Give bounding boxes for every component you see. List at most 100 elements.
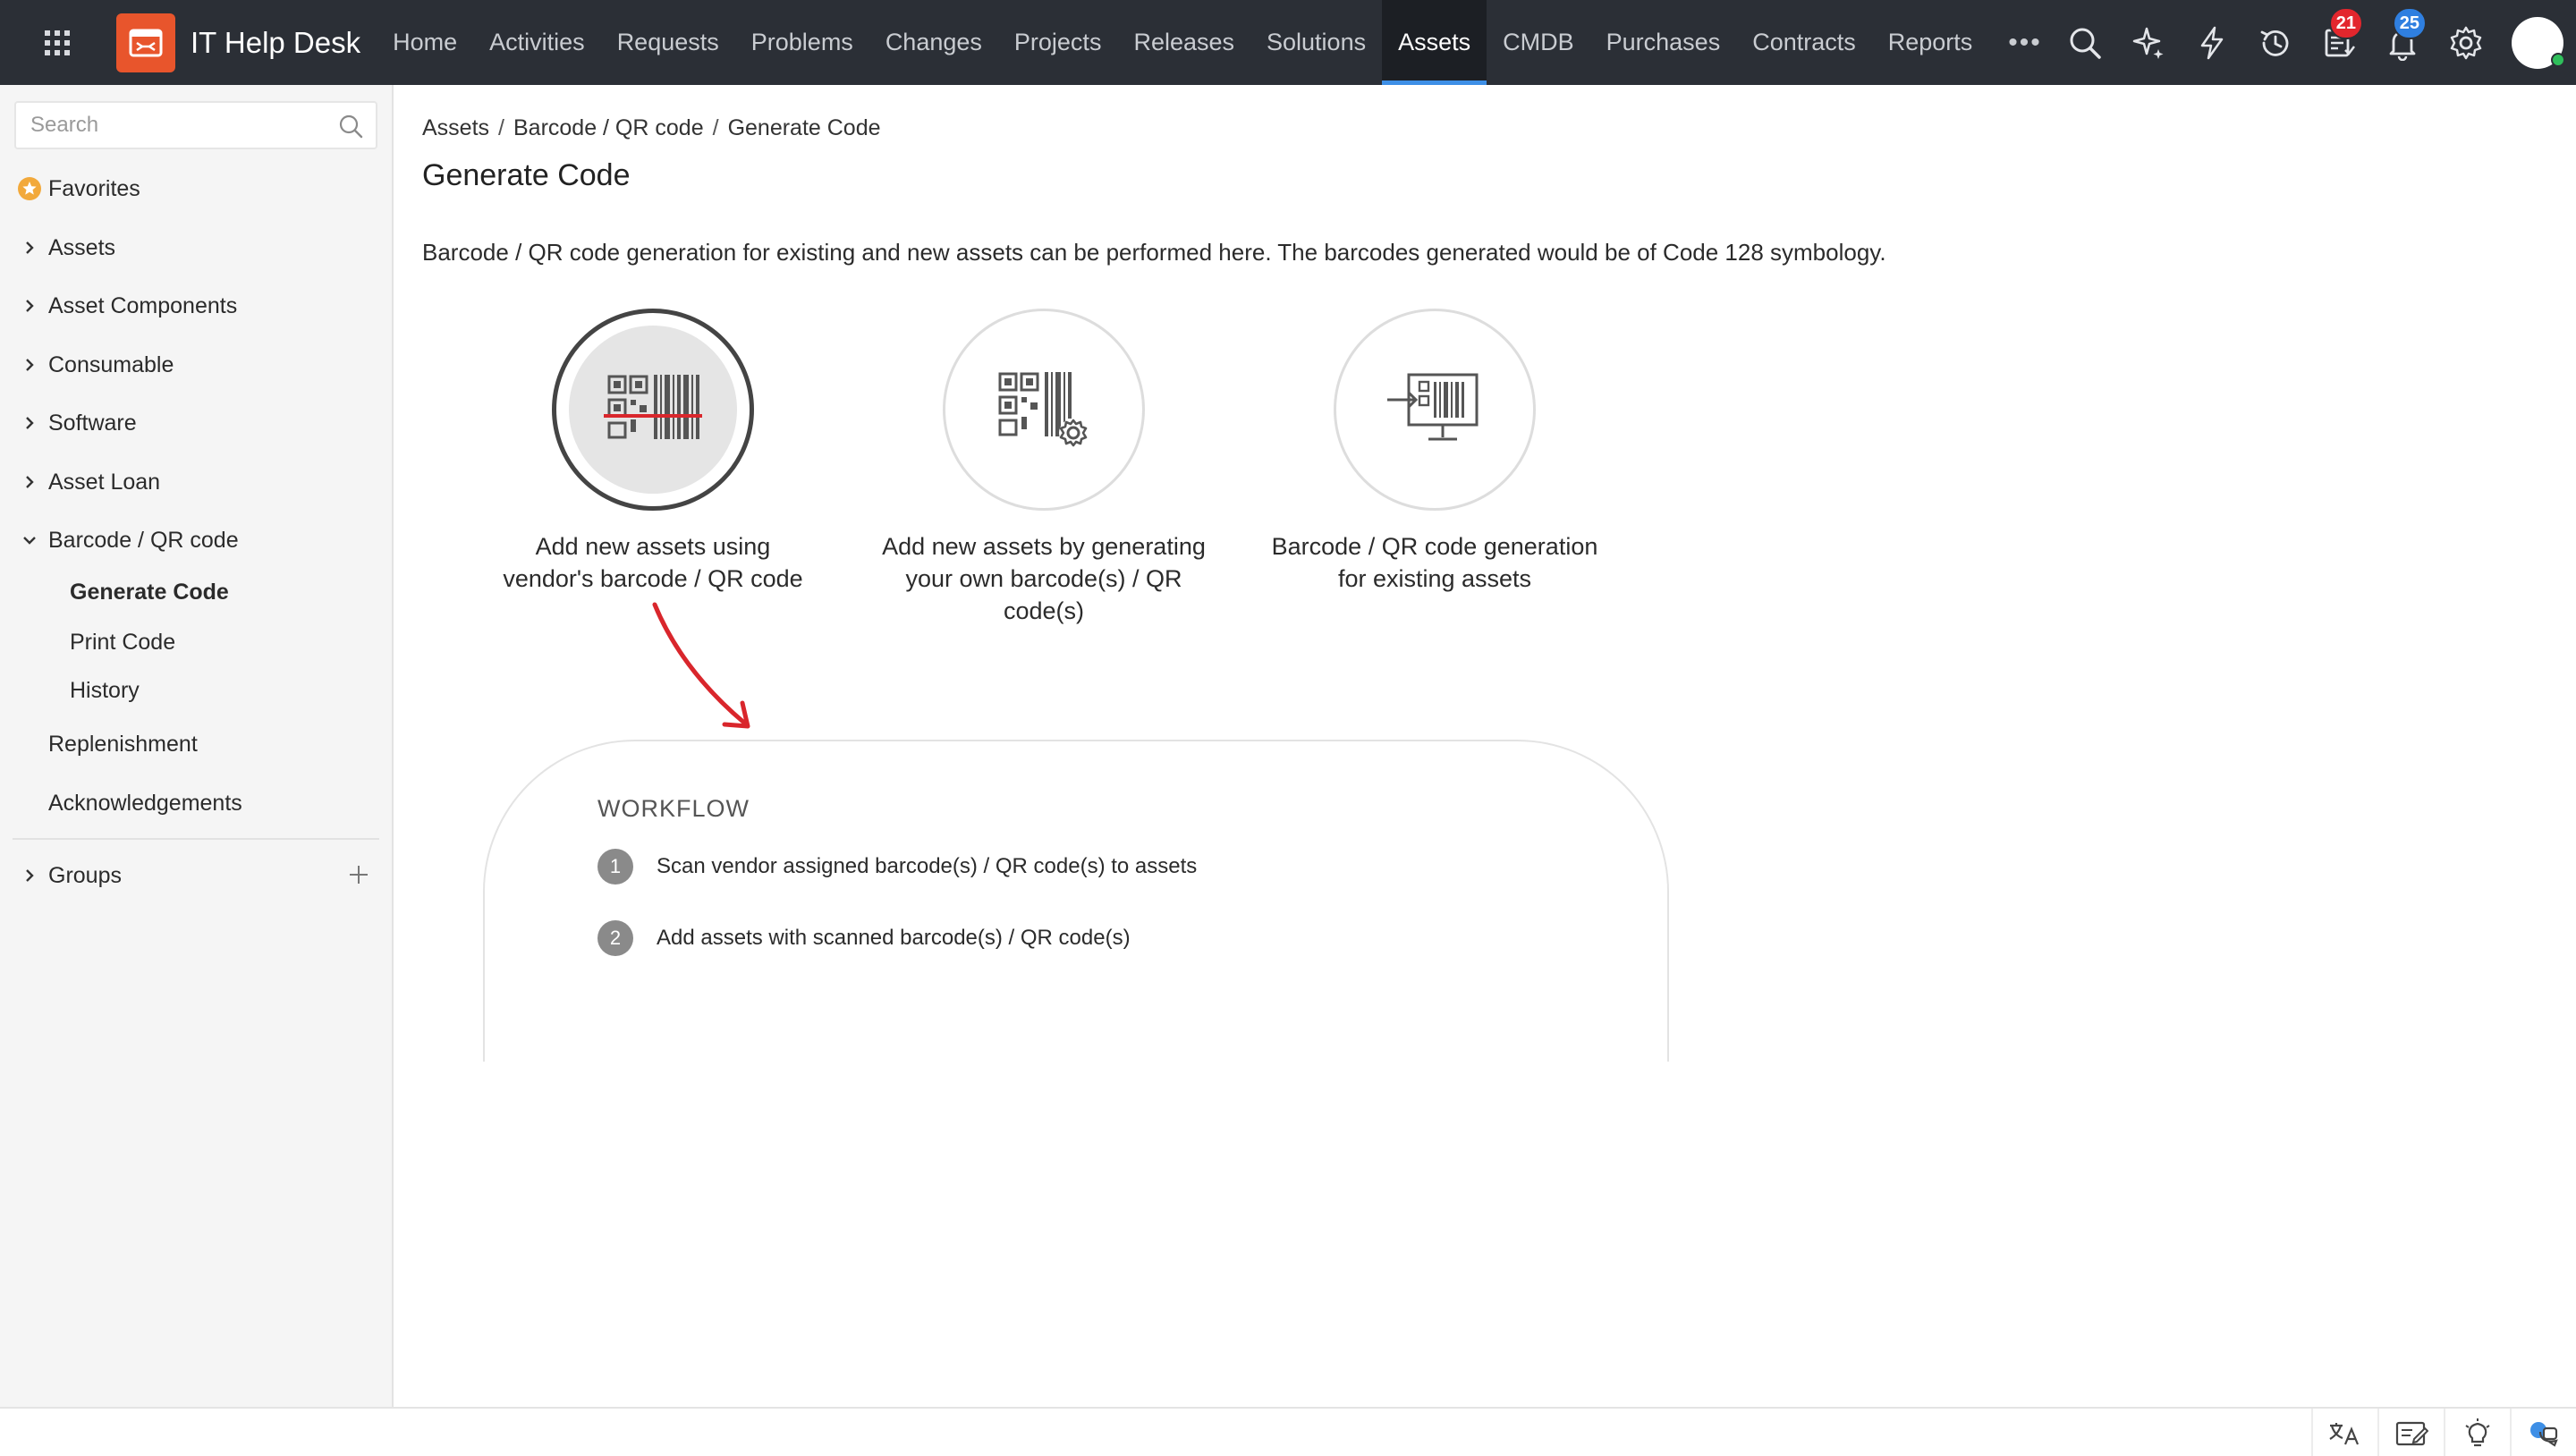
chevron-right-icon [0,474,48,490]
main-content: Assets / Barcode / QR code / Generate Co… [395,85,2576,1407]
page-intro-text: Barcode / QR code generation for existin… [422,239,1886,266]
option-label: Barcode / QR code generation for existin… [1265,530,1605,595]
nav-cmdb[interactable]: CMDB [1487,0,1590,85]
top-navigation-bar: IT Help Desk Home Activities Requests Pr… [0,0,2576,85]
sidebar-item-favorites[interactable]: Favorites [0,164,394,214]
app-launcher-grid-icon[interactable] [25,0,89,85]
workflow-title: WORKFLOW [597,795,750,822]
chevron-right-icon [0,298,48,314]
option-label-line: Barcode / QR code generation [1271,533,1598,560]
header-toolbar: 21 25 [2053,0,2576,85]
chevron-right-icon [0,240,48,256]
notes-edit-icon[interactable] [2377,1409,2444,1456]
breadcrumb: Assets / Barcode / QR code / Generate Co… [422,115,881,141]
sidebar-item-barcode-qr-code[interactable]: Barcode / QR code [0,515,394,565]
sidebar-item-label: Barcode / QR code [48,527,239,553]
generate-barcode-gear-icon [960,326,1128,494]
option-label-line: Add new assets by generating [882,533,1206,560]
option-circle [1334,309,1536,511]
nav-purchases[interactable]: Purchases [1590,0,1737,85]
chevron-right-icon [0,415,48,431]
sidebar-item-software[interactable]: Software [0,398,394,448]
app-logo[interactable] [116,13,175,72]
nav-requests[interactable]: Requests [601,0,735,85]
option-circle [943,309,1145,511]
tasks-count-badge: 21 [2328,7,2363,39]
sidebar-item-label: Favorites [48,175,140,201]
settings-gear-icon[interactable] [2434,0,2497,85]
nav-more-icon[interactable]: ••• [1988,0,2062,85]
sidebar-item-label: Groups [48,862,122,888]
chevron-right-icon [0,357,48,373]
monitor-barcode-import-icon [1351,326,1519,494]
nav-contracts[interactable]: Contracts [1736,0,1872,85]
workflow-step: 1 Scan vendor assigned barcode(s) / QR c… [597,849,1197,885]
chevron-down-icon [0,533,48,547]
sidebar-item-assets[interactable]: Assets [0,223,394,273]
sidebar-item-groups[interactable]: Groups [0,851,394,901]
nav-home[interactable]: Home [377,0,473,85]
tasks-icon[interactable]: 21 [2307,0,2370,85]
chevron-right-icon [0,868,48,884]
sidebar-item-acknowledgements[interactable]: Acknowledgements [0,778,394,828]
option-label: Add new assets by generating your own ba… [874,530,1214,627]
step-text: Add assets with scanned barcode(s) / QR … [657,926,1131,950]
sidebar-subitem-print-code[interactable]: Print Code [70,620,175,665]
sidebar-item-asset-loan[interactable]: Asset Loan [0,457,394,507]
search-icon[interactable] [338,114,363,143]
app-title[interactable]: IT Help Desk [191,26,360,60]
sidebar-search-input[interactable] [16,113,320,138]
translate-icon[interactable] [2311,1409,2377,1456]
sidebar-item-label: Software [48,410,137,436]
option-label-line: for existing assets [1337,565,1532,592]
nav-reports[interactable]: Reports [1872,0,1989,85]
add-group-plus-icon[interactable] [347,863,370,893]
nav-releases[interactable]: Releases [1117,0,1250,85]
chat-support-icon[interactable] [2510,1409,2576,1456]
workflow-panel [483,740,1669,1062]
nav-solutions[interactable]: Solutions [1250,0,1382,85]
sidebar-subitem-generate-code[interactable]: Generate Code [70,570,229,614]
left-sidebar: Favorites Assets Asset Components Consum… [0,85,394,1409]
sidebar-divider [13,838,379,840]
sidebar-search [14,101,377,149]
option-circle [552,309,754,511]
sidebar-item-consumable[interactable]: Consumable [0,340,394,390]
nav-changes[interactable]: Changes [869,0,998,85]
ai-sparkle-icon[interactable] [2116,0,2180,85]
notifications-count-badge: 25 [2392,7,2427,39]
user-avatar[interactable] [2512,16,2565,69]
sidebar-item-asset-components[interactable]: Asset Components [0,281,394,331]
option-label-line: vendor's barcode / QR code [503,565,803,592]
option-label-line: Add new assets using [535,533,771,560]
search-icon[interactable] [2053,0,2116,85]
nav-assets[interactable]: Assets [1382,0,1487,85]
sidebar-item-label: Asset Components [48,292,238,318]
breadcrumb-barcode[interactable]: Barcode / QR code [513,115,704,141]
main-nav: Home Activities Requests Problems Change… [377,0,2062,85]
nav-activities[interactable]: Activities [473,0,601,85]
sidebar-item-replenishment[interactable]: Replenishment [0,719,394,769]
scan-barcode-icon [569,326,737,494]
page-title: Generate Code [422,158,631,192]
nav-problems[interactable]: Problems [735,0,869,85]
breadcrumb-generate-code: Generate Code [727,115,881,140]
notifications-bell-icon[interactable]: 25 [2370,0,2434,85]
option-label-line: your own barcode(s) / QR [905,565,1182,592]
history-clock-icon[interactable] [2243,0,2307,85]
step-number: 2 [597,920,633,956]
step-number: 1 [597,849,633,885]
breadcrumb-assets[interactable]: Assets [422,115,489,141]
step-text: Scan vendor assigned barcode(s) / QR cod… [657,854,1198,878]
option-vendor-barcode[interactable]: Add new assets using vendor's barcode / … [483,309,823,595]
nav-projects[interactable]: Projects [998,0,1118,85]
workflow-step: 2 Add assets with scanned barcode(s) / Q… [597,920,1131,956]
sidebar-subitem-history[interactable]: History [70,668,140,713]
sidebar-item-label: Assets [48,234,116,260]
sidebar-item-label: Replenishment [48,731,198,757]
sidebar-item-label: Acknowledgements [48,790,242,816]
option-existing-assets[interactable]: Barcode / QR code generation for existin… [1265,309,1605,595]
tips-lightbulb-icon[interactable] [2444,1409,2510,1456]
option-generate-own-barcode[interactable]: Add new assets by generating your own ba… [874,309,1214,627]
quick-actions-bolt-icon[interactable] [2180,0,2243,85]
